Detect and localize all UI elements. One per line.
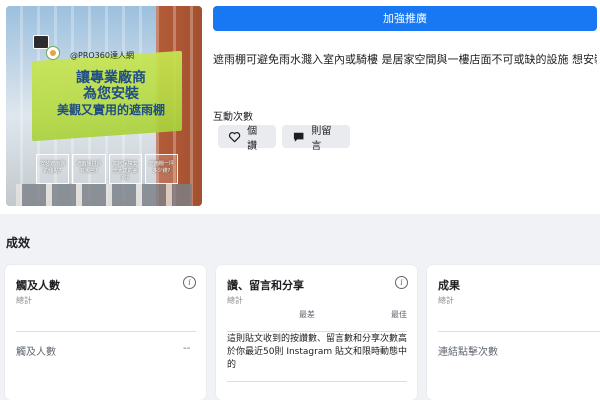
thumbnail-headline: 讓專業廠商 為您安裝 美觀又實用的遮雨棚	[40, 70, 182, 118]
results-card: 成果 總計 連結點擊次數	[427, 265, 600, 400]
post-caption: 遮雨棚可避免雨水濺入室內或騎樓 是居家空間與一樓店面不可或缺的設施 想安裝美..…	[213, 53, 597, 66]
results-heading: 成效	[6, 236, 31, 250]
card-subtitle: 總計	[16, 296, 32, 305]
speech-bubble-icon	[293, 132, 304, 142]
divider	[438, 331, 600, 332]
post-thumbnail[interactable]: @PRO360達人網 讓專業廠商 為您安裝 美觀又實用的遮雨棚 安裝遮雨棚的優點…	[6, 6, 202, 206]
brand-logo-mark	[50, 50, 56, 56]
faq-box: 如何保障安全大達的差別?	[108, 154, 142, 184]
headline-line: 讓專業廠商	[76, 70, 146, 86]
reach-row-label: 觸及人數	[16, 347, 56, 358]
post-summary: @PRO360達人網 讓專業廠商 為您安裝 美觀又實用的遮雨棚 安裝遮雨棚的優點…	[0, 0, 600, 214]
link-clicks-label: 連結點擊次數	[438, 347, 498, 358]
headline-line: 美觀又實用的遮雨棚	[56, 103, 165, 117]
faq-box: 遮雨棚材質有哪些?	[72, 154, 106, 184]
headline-line: 為您安裝	[83, 86, 139, 102]
divider	[227, 331, 407, 332]
thumbnail-storefront	[16, 184, 192, 206]
reach-row-value: --	[183, 343, 191, 354]
thumbnail-faq-row: 安裝遮雨棚的優點? 遮雨棚材質有哪些? 如何保障安全大達的差別? 遮雨棚一坪多少…	[36, 154, 178, 184]
comments-pill[interactable]: 則留言	[282, 125, 350, 152]
faq-box: 安裝遮雨棚的優點?	[36, 154, 70, 184]
heart-icon	[228, 131, 241, 142]
brand-logo-icon	[46, 46, 60, 60]
card-title: 讚、留言和分享	[227, 279, 304, 292]
engagement-description: 這則貼文收到的按讚數、留言數和分享次數高於你最近50則 Instagram 貼文…	[227, 334, 408, 370]
card-title: 觸及人數	[16, 279, 60, 292]
reach-card: 觸及人數 總計 i 觸及人數 --	[5, 265, 206, 400]
scale-high-label: 最佳	[391, 310, 407, 319]
faq-box: 遮雨棚一坪多少錢?	[144, 154, 178, 184]
likes-label: 個讚	[247, 125, 258, 152]
likes-pill[interactable]: 個讚	[218, 125, 276, 152]
divider	[227, 381, 407, 382]
scale-low-label: 最差	[299, 310, 315, 319]
thumbnail-brand: @PRO360達人網	[70, 51, 134, 60]
comments-label: 則留言	[311, 125, 332, 152]
divider	[16, 331, 196, 332]
boost-post-button[interactable]: 加強推廣	[213, 6, 597, 31]
info-icon[interactable]: i	[183, 276, 196, 289]
photo-badge-icon	[33, 35, 49, 49]
post-insights-page: @PRO360達人網 讓專業廠商 為您安裝 美觀又實用的遮雨棚 安裝遮雨棚的優點…	[0, 0, 600, 400]
info-icon[interactable]: i	[395, 276, 408, 289]
card-subtitle: 總計	[227, 296, 243, 305]
card-title: 成果	[438, 279, 460, 292]
engagement-card: 讚、留言和分享 總計 i 最差 最佳 這則貼文收到的按讚數、留言數和分享次數高於…	[216, 265, 417, 400]
card-subtitle: 總計	[438, 296, 454, 305]
